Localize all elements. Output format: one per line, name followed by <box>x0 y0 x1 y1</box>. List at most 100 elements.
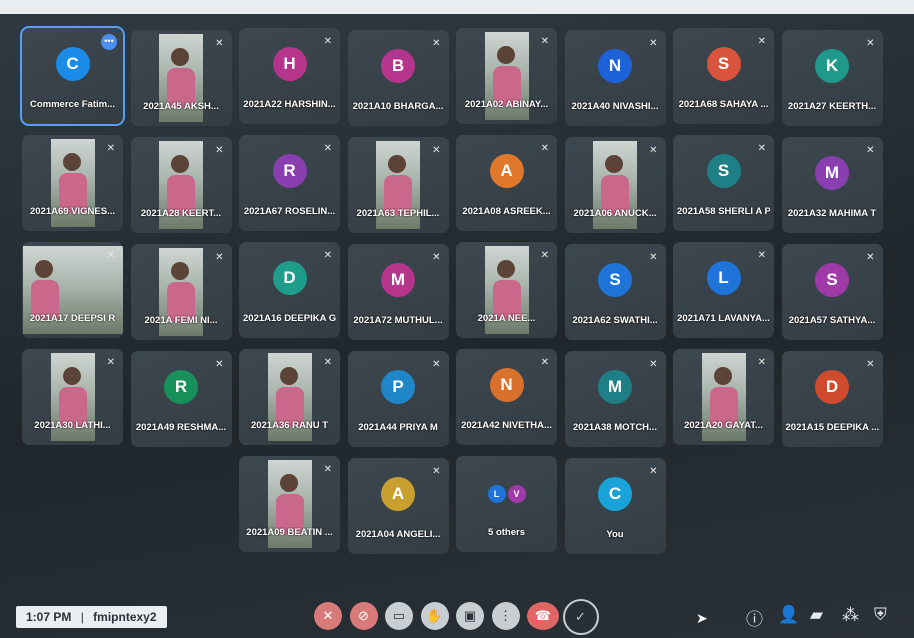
participant-name: 2021A16 DEEPIKA G <box>243 313 336 324</box>
participant-tile[interactable]: ✕ 2021A02 ABINAY... <box>456 28 557 124</box>
participant-tile[interactable]: ✕ 2021A17 DEEPSI R <box>22 242 123 338</box>
present-button[interactable]: ▣ <box>456 602 484 630</box>
participant-name: 2021A08 ASREEK... <box>462 206 551 217</box>
participant-name: You <box>606 529 624 540</box>
mic-muted-icon: ✕ <box>323 357 332 368</box>
participant-name: 2021A06 ANUCK... <box>573 208 657 219</box>
mic-muted-icon: ✕ <box>649 252 658 263</box>
leave-call-button[interactable]: ☎ <box>527 602 559 630</box>
avatar: C <box>598 477 632 512</box>
participant-tile[interactable]: ✕ 2021A NEE... <box>456 242 557 338</box>
participant-name: 2021A72 MUTHUL... <box>353 315 443 326</box>
participant-tile[interactable]: ✕ 2021A45 AKSH... <box>130 30 232 126</box>
participant-name: 2021A22 HARSHIN... <box>243 99 336 110</box>
mic-muted-icon: ✕ <box>215 145 224 156</box>
participant-tile[interactable]: S ✕ 2021A57 SATHYA... <box>781 244 883 340</box>
meeting-code: fmipntexy2 <box>93 610 157 624</box>
captions-button[interactable]: ▭ <box>385 602 413 630</box>
participant-tile[interactable]: R ✕ 2021A49 RESHMA... <box>130 351 232 447</box>
activities-icon[interactable]: ⁂ <box>842 605 859 625</box>
participant-tile[interactable]: S ✕ 2021A68 SAHAYA ... <box>673 28 774 124</box>
avatar: R <box>164 370 198 405</box>
meeting-time: 1:07 PM <box>26 610 72 624</box>
participant-tile[interactable]: ✕ 2021A63 TEPHIL... <box>347 137 449 233</box>
avatar: K <box>815 49 849 84</box>
participant-tile[interactable]: D ✕ 2021A16 DEEPIKA G <box>239 242 340 338</box>
mic-muted-icon: ✕ <box>540 357 549 368</box>
participant-name: 2021A02 ABINAY... <box>464 99 549 110</box>
participant-tile[interactable]: ✕ 2021A36 RANU T <box>239 349 340 445</box>
raise-hand-button[interactable]: ✋ <box>420 602 449 630</box>
avatar: L <box>487 484 506 503</box>
host-controls-icon[interactable]: ⛨ <box>874 605 887 625</box>
mic-muted-icon: ✕ <box>323 250 332 261</box>
participant-tile[interactable]: M ✕ 2021A72 MUTHUL... <box>347 244 449 340</box>
check-button[interactable]: ✓ <box>562 599 599 635</box>
more-options-button[interactable]: ⋮ <box>491 602 520 630</box>
participant-tile[interactable]: LV 5 others <box>456 456 557 552</box>
participant-grid: C ••• Commerce Fatim... ✕ 2021A45 AKSH... H ✕ 2… <box>20 26 902 588</box>
mic-muted-icon: ✕ <box>649 466 658 477</box>
people-icon[interactable]: 👤 <box>778 605 799 625</box>
mic-muted-icon: ✕ <box>540 250 549 261</box>
participant-name: 2021A NEE... <box>477 313 536 324</box>
participant-tile[interactable]: C ••• Commerce Fatim... <box>20 26 125 126</box>
mic-muted-icon: ✕ <box>432 466 441 477</box>
participant-name: 2021A FEMI NI... <box>144 315 218 326</box>
participant-name: 2021A67 ROSELIN... <box>243 206 336 217</box>
camera-off-button[interactable]: ⊘ <box>349 602 378 630</box>
others-avatars: LV <box>487 484 526 503</box>
participant-tile[interactable]: A ✕ 2021A08 ASREEK... <box>456 135 557 231</box>
mic-muted-icon: ✕ <box>432 38 441 49</box>
participant-tile[interactable]: K ✕ 2021A27 KEERTH... <box>781 30 883 126</box>
avatar: S <box>706 154 741 189</box>
participant-name: 2021A17 DEEPSI R <box>29 313 116 324</box>
participant-tile[interactable]: ✕ 2021A69 VIGNES... <box>22 135 123 231</box>
mic-muted-icon: ✕ <box>649 359 658 370</box>
participant-tile[interactable]: ✕ 2021A28 KEERT... <box>130 137 232 233</box>
participant-tile[interactable]: N ✕ 2021A40 NIVASHI... <box>564 30 666 126</box>
avatar: M <box>381 263 415 298</box>
participant-name: 2021A30 LATHI... <box>34 420 111 431</box>
mic-off-button[interactable]: ✕ <box>314 602 342 630</box>
participant-tile[interactable]: ✕ 2021A09 BEATIN ... <box>239 456 340 552</box>
participant-tile[interactable]: ✕ 2021A30 LATHI... <box>22 349 123 445</box>
chat-icon[interactable]: ▰ <box>810 605 823 625</box>
info-icon[interactable]: ⓘ <box>746 605 763 630</box>
participant-name: 2021A62 SWATHI... <box>572 315 658 326</box>
mic-muted-icon: ✕ <box>757 250 766 261</box>
participant-tile[interactable]: ✕ 2021A FEMI NI... <box>130 244 232 340</box>
mic-muted-icon: ✕ <box>432 252 441 263</box>
more-options-icon[interactable]: ••• <box>101 34 117 50</box>
participant-name: 2021A27 KEERTH... <box>787 101 877 112</box>
avatar: S <box>815 263 849 298</box>
meeting-info: 1:07 PM | fmipntexy2 <box>16 606 167 628</box>
participant-tile[interactable]: ✕ 2021A06 ANUCK... <box>564 137 666 233</box>
participant-tile[interactable]: A ✕ 2021A04 ANGELI... <box>347 458 449 554</box>
mic-muted-icon: ✕ <box>323 36 332 47</box>
avatar: N <box>489 368 524 403</box>
participant-tile[interactable]: P ✕ 2021A44 PRIYA M <box>347 351 449 447</box>
participant-tile[interactable]: C ✕ You <box>564 458 666 554</box>
mic-muted-icon: ✕ <box>323 464 332 475</box>
mic-muted-icon: ✕ <box>866 359 875 370</box>
avatar: D <box>815 370 849 405</box>
mic-muted-icon: ✕ <box>540 143 549 154</box>
participant-name: 2021A45 AKSH... <box>143 101 219 112</box>
mic-muted-icon: ✕ <box>649 38 658 49</box>
participant-tile[interactable]: B ✕ 2021A10 BHARGA... <box>347 30 449 126</box>
participant-tile[interactable]: L ✕ 2021A71 LAVANYA... <box>673 242 774 338</box>
participant-tile[interactable]: H ✕ 2021A22 HARSHIN... <box>239 28 340 124</box>
participant-tile[interactable]: S ✕ 2021A58 SHERLI A P <box>673 135 774 231</box>
participant-tile[interactable]: M ✕ 2021A38 MOTCH... <box>564 351 666 447</box>
avatar: L <box>706 261 741 296</box>
participant-tile[interactable]: M ✕ 2021A32 MAHIMA T <box>781 137 883 233</box>
participant-tile[interactable]: ✕ 2021A20 GAYAT... <box>673 349 774 445</box>
participant-tile[interactable]: S ✕ 2021A62 SWATHI... <box>564 244 666 340</box>
participant-tile[interactable]: D ✕ 2021A15 DEEPIKA ... <box>781 351 883 447</box>
participant-tile[interactable]: R ✕ 2021A67 ROSELIN... <box>239 135 340 231</box>
participant-tile[interactable]: N ✕ 2021A42 NIVETHA... <box>456 349 557 445</box>
mic-muted-icon: ✕ <box>866 38 875 49</box>
avatar: M <box>598 370 632 405</box>
participant-name: 2021A32 MAHIMA T <box>787 208 877 219</box>
